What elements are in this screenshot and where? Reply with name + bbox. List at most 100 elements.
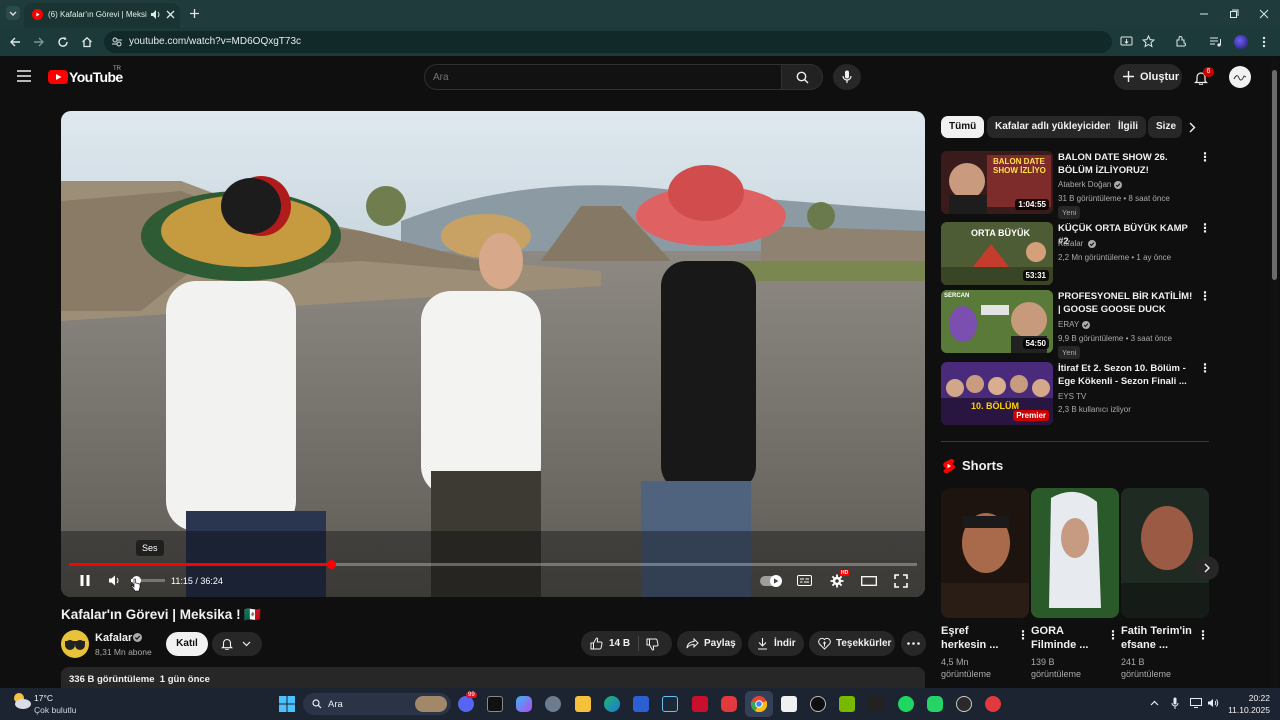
volume-icon[interactable] [108,575,120,586]
app-red3-icon[interactable] [985,696,1001,712]
browser-menu-icon[interactable] [1261,36,1267,48]
taskbar-search[interactable]: Ara [303,693,451,715]
recommendation-title[interactable]: İtiraf Et 2. Sezon 10. Bölüm - Ege Köken… [1058,362,1196,388]
shorts-title[interactable]: Eşref herkesin ... [941,624,1013,652]
minimize-icon[interactable] [1199,9,1209,19]
shorts-thumbnail[interactable] [1121,488,1209,618]
profile-avatar[interactable] [1234,35,1248,49]
chrome-taskbar-active[interactable] [745,691,773,717]
subtitles-icon[interactable] [797,575,812,586]
clock-date[interactable]: 11.10.2025 [1222,705,1270,715]
extensions-icon[interactable] [1175,35,1188,48]
clock-time[interactable]: 20:22 [1230,693,1270,703]
more-options-icon[interactable]: ⋮ [1197,628,1209,642]
more-options-icon[interactable]: ⋮ [1199,362,1211,374]
chip-from-uploader[interactable]: Kafalar adlı yükleyiciden [987,116,1120,138]
search-input[interactable] [433,69,763,85]
address-field[interactable]: youtube.com/watch?v=MD6OQxgT73c [104,31,1112,53]
shorts-title[interactable]: Fatih Terim'in efsane ... [1121,624,1193,652]
site-info-icon[interactable] [111,36,123,48]
more-actions-button[interactable] [901,631,926,656]
share-button[interactable]: Paylaş [677,631,742,656]
browser-tab[interactable]: (6) Kafalar'ın Görevi | Meksi [24,3,180,28]
app-white-icon[interactable] [781,696,797,712]
account-avatar[interactable] [1229,66,1251,88]
tray-display-icon[interactable] [1190,698,1202,708]
recommendation-title[interactable]: PROFESYONEL BİR KATİLİM! | GOOSE GOOSE D… [1058,290,1196,316]
recommendation-channel[interactable]: Kafalar [1058,239,1083,248]
join-button[interactable]: Katıl [166,632,208,656]
search-button[interactable] [781,64,823,90]
copilot-icon[interactable] [516,696,532,712]
settings-app-icon[interactable] [545,696,561,712]
more-options-icon[interactable]: ⋮ [1199,151,1211,163]
speaker-icon[interactable] [150,9,162,20]
recommendation-item[interactable]: SERCAN 54:50 PROFESYONEL BİR KATİLİM! | … [941,290,1211,359]
thumbs-down-icon[interactable] [646,638,659,651]
tray-chevron-up-icon[interactable] [1150,700,1159,706]
edge-icon[interactable] [604,696,620,712]
theater-mode-icon[interactable] [861,576,877,586]
new-tab-icon[interactable] [189,8,200,19]
shorts-next-button[interactable] [1195,556,1219,580]
channel-name[interactable]: Kafalar [95,632,132,644]
tray-volume-icon[interactable] [1207,698,1219,708]
autoplay-toggle[interactable] [760,575,782,587]
notifications-button[interactable]: 6 [1192,67,1214,88]
app-red2-icon[interactable] [721,696,737,712]
video-thumbnail[interactable]: SERCAN 54:50 [941,290,1053,353]
app-dark-icon[interactable] [868,696,884,712]
hamburger-menu-icon[interactable] [17,70,31,82]
chip-for-you[interactable]: Size [1148,116,1182,138]
file-explorer-icon[interactable] [575,696,591,712]
like-button[interactable]: 14 B [581,631,637,656]
create-button[interactable]: Oluştur [1114,64,1182,90]
spotify-icon[interactable] [898,696,914,712]
bookmark-star-icon[interactable] [1142,35,1155,48]
progress-scrubber[interactable] [326,560,336,569]
search-box[interactable] [424,64,782,90]
youtube-logo[interactable]: YouTube TR [48,66,138,86]
more-options-icon[interactable]: ⋮ [1017,628,1029,642]
more-options-icon[interactable]: ⋮ [1199,222,1211,234]
tab-list-button[interactable] [6,6,20,20]
voice-search-button[interactable] [833,64,861,90]
more-options-icon[interactable]: ⋮ [1199,290,1211,302]
video-player[interactable]: Ses 11:15 / 36:24 HD [61,111,925,597]
restore-icon[interactable] [1229,9,1239,19]
shorts-item[interactable]: Eşref herkesin ... 4,5 Mn görüntüleme ⋮ [941,488,1029,680]
scrollbar-thumb[interactable] [1272,70,1277,280]
install-app-icon[interactable] [1120,36,1133,48]
chip-related[interactable]: İlgili [1110,116,1146,138]
close-tab-icon[interactable] [166,10,175,19]
page-scrollbar[interactable] [1271,60,1278,688]
shorts-item[interactable]: Fatih Terim'in efsane ... 241 B görüntül… [1121,488,1209,680]
tray-mic-icon[interactable] [1171,697,1179,710]
more-options-icon[interactable]: ⋮ [1107,628,1119,642]
whatsapp-icon[interactable] [927,696,943,712]
subscribe-bell-button[interactable] [212,632,262,656]
steam-icon[interactable] [662,696,678,712]
epic-games-icon[interactable] [487,696,503,712]
home-icon[interactable] [81,36,93,48]
discord-icon[interactable] [458,696,474,712]
pause-icon[interactable] [79,574,91,587]
video-thumbnail[interactable]: ORTA BÜYÜK 53:31 [941,222,1053,285]
reload-icon[interactable] [57,36,69,48]
recommendation-channel[interactable]: EYS TV [1058,392,1086,401]
window-close-icon[interactable] [1259,9,1269,19]
chip-all[interactable]: Tümü [941,116,985,138]
store-icon[interactable] [633,696,649,712]
shorts-title[interactable]: GORA Filminde ... [1031,624,1103,652]
nvidia-icon[interactable] [839,696,855,712]
chevron-right-icon[interactable] [1188,122,1196,133]
download-button[interactable]: İndir [748,631,804,656]
recommendation-channel[interactable]: Ataberk Doğan [1058,180,1111,189]
recommendation-item[interactable]: ORTA BÜYÜK 53:31 KÜÇÜK ORTA BÜYÜK KAMP #… [941,222,1211,286]
cloudy-weather-icon[interactable] [10,692,32,710]
recommendation-item[interactable]: BALON DATE SHOW İZLİYO 1:04:55 BALON DAT… [941,151,1211,219]
video-thumbnail[interactable]: BALON DATE SHOW İZLİYO 1:04:55 [941,151,1053,214]
progress-track[interactable] [69,560,917,569]
thanks-button[interactable]: Teşekkürler [809,631,895,656]
recommendation-title[interactable]: BALON DATE SHOW 26. BÖLÜM İZLİYORUZ! [1058,151,1196,177]
